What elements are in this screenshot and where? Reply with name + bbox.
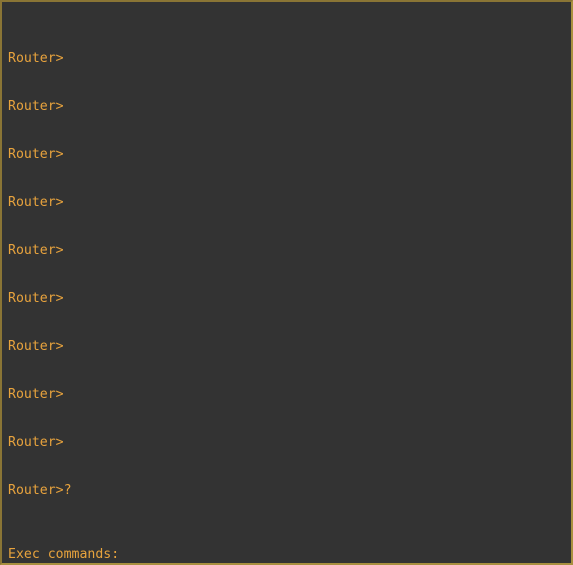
prompt-line-with-help-query: Router>? <box>8 483 72 498</box>
exec-commands-header: Exec commands: <box>8 547 120 562</box>
terminal-window[interactable]: Router> Router> Router> Router> Router> … <box>0 0 573 565</box>
prompt-line: Router> <box>8 387 64 402</box>
prompt-line: Router> <box>8 243 64 258</box>
prompt-line: Router> <box>8 147 64 162</box>
prompt-line: Router> <box>8 435 64 450</box>
prompt-line: Router> <box>8 291 64 306</box>
prompt-line: Router> <box>8 51 64 66</box>
prompt-line: Router> <box>8 339 64 354</box>
prompt-line: Router> <box>8 99 64 114</box>
prompt-line: Router> <box>8 195 64 210</box>
terminal-output-area[interactable]: Router> Router> Router> Router> Router> … <box>2 2 571 563</box>
